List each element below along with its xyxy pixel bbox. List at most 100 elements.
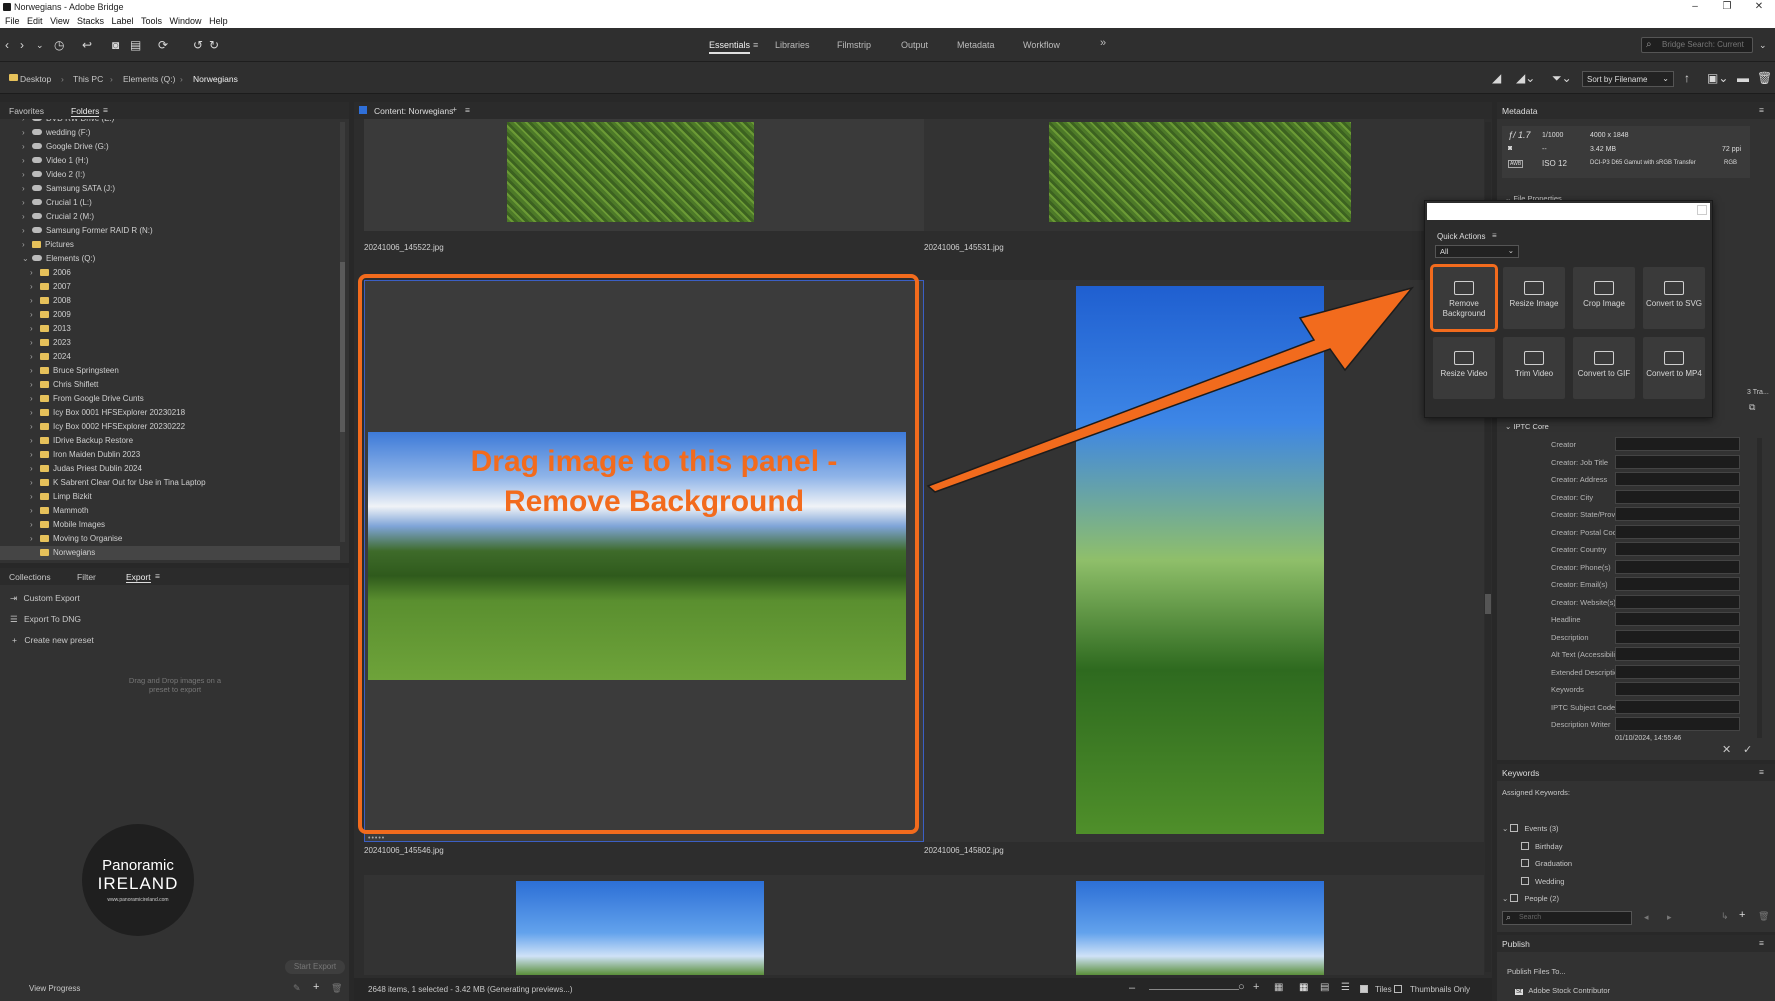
folder-item[interactable]: Norwegians	[0, 546, 340, 560]
iptc-field-input[interactable]	[1615, 577, 1740, 591]
breadcrumb-desktop[interactable]: Desktop	[20, 74, 51, 84]
keyword-search-input[interactable]: ⌕ Search	[1502, 911, 1632, 925]
tab-essentials[interactable]: Essentials	[709, 40, 751, 54]
chevron-right-icon[interactable]: ›	[30, 462, 40, 476]
thumbnail-size-slider[interactable]	[1149, 989, 1239, 990]
close-icon[interactable]	[1697, 205, 1707, 215]
edit-icon[interactable]: ✎	[293, 983, 301, 994]
metadata-scrollbar[interactable]	[1757, 438, 1762, 738]
chevron-right-icon[interactable]: ›	[30, 434, 40, 448]
iptc-field-input[interactable]	[1615, 472, 1740, 486]
chevron-right-icon[interactable]: ›	[22, 140, 32, 154]
iptc-field-input[interactable]	[1615, 559, 1740, 574]
new-folder-icon[interactable]: ▬	[1737, 71, 1749, 85]
workspace-menu-icon[interactable]: ≡	[753, 40, 758, 50]
chevron-right-icon[interactable]: ›	[30, 532, 40, 546]
folder-item[interactable]: › Icy Box 0001 HFSExplorer 20230218	[0, 406, 340, 420]
chevron-right-icon[interactable]: ›	[30, 476, 40, 490]
folder-item[interactable]: › 2024	[0, 350, 340, 364]
chevron-down-icon[interactable]: ⌄	[1502, 824, 1510, 833]
folder-item[interactable]: › Google Drive (G:)	[0, 140, 340, 154]
menu-file[interactable]: File	[5, 14, 20, 28]
folder-item[interactable]: › From Google Drive Cunts	[0, 392, 340, 406]
menu-tools[interactable]: Tools	[141, 14, 162, 28]
tab-favorites[interactable]: Favorites	[9, 106, 44, 116]
details-view-icon[interactable]: ▤	[1320, 982, 1329, 993]
chevron-right-icon[interactable]: ›	[30, 420, 40, 434]
tab-workflow[interactable]: Workflow	[1023, 40, 1060, 50]
sort-select[interactable]: Sort by Filename ⌄	[1582, 71, 1674, 87]
tab-folders[interactable]: Folders	[71, 106, 100, 117]
quick-action-tile[interactable]: Convert to SVG	[1643, 267, 1705, 329]
tab-filmstrip[interactable]: Filmstrip	[837, 40, 871, 50]
tab-metadata[interactable]: Metadata	[957, 40, 995, 50]
zoom-out-icon[interactable]: –	[1129, 982, 1135, 994]
menu-stacks[interactable]: Stacks	[77, 14, 104, 28]
folder-item[interactable]: › Judas Priest Dublin 2024	[0, 462, 340, 476]
iptc-field-input[interactable]	[1615, 437, 1740, 451]
thumbnail-cell[interactable]	[364, 875, 924, 975]
quick-action-tile[interactable]: Convert to GIF	[1573, 337, 1635, 399]
folder-item[interactable]: › 2023	[0, 336, 340, 350]
iptc-field-input[interactable]	[1615, 717, 1740, 731]
delete-keyword-icon[interactable]: 🗑	[1758, 911, 1769, 922]
folder-item[interactable]: › Samsung SATA (J:)	[0, 182, 340, 196]
chevron-right-icon[interactable]: ›	[30, 308, 40, 322]
quick-action-tile[interactable]: Trim Video	[1503, 337, 1565, 399]
menu-view[interactable]: View	[50, 14, 69, 28]
folder-item[interactable]: › Samsung Former RAID R (N:)	[0, 224, 340, 238]
panel-menu-icon[interactable]: ≡	[155, 571, 160, 581]
apply-icon[interactable]: ✓	[1743, 743, 1752, 756]
keyword-item[interactable]: ⌄ People (2)	[1502, 894, 1559, 903]
export-item-dng[interactable]: ☰ Export To DNG	[10, 614, 81, 625]
chevron-right-icon[interactable]: ›	[30, 364, 40, 378]
iptc-field-input[interactable]	[1615, 524, 1740, 539]
folder-item[interactable]: › Mobile Images	[0, 518, 340, 532]
keyword-item[interactable]: Graduation	[1521, 859, 1572, 868]
add-icon[interactable]: +	[313, 981, 319, 993]
iptc-field-input[interactable]	[1615, 647, 1740, 661]
chevron-down-icon[interactable]: ⌄	[22, 252, 32, 266]
chevron-right-icon[interactable]: ›	[22, 238, 32, 252]
iptc-field-input[interactable]	[1615, 664, 1740, 679]
quick-action-tile[interactable]: Resize Video	[1433, 337, 1495, 399]
rating-stars[interactable]: •••••	[368, 835, 385, 842]
iptc-field-input[interactable]	[1615, 629, 1740, 644]
view-progress-link[interactable]: View Progress	[29, 984, 80, 993]
chevron-right-icon[interactable]: ›	[22, 126, 32, 140]
panel-menu-icon[interactable]: ≡	[1759, 105, 1764, 115]
tab-export[interactable]: Export	[126, 572, 151, 583]
open-external-icon[interactable]: ⧉	[1749, 402, 1755, 413]
chevron-right-icon[interactable]: ›	[30, 294, 40, 308]
quick-action-tile[interactable]: Crop Image	[1573, 267, 1635, 329]
delete-icon[interactable]: 🗑	[1757, 71, 1772, 85]
open-in-camera-raw-icon[interactable]: ⟳	[158, 38, 168, 52]
quick-actions-titlebar[interactable]	[1427, 203, 1710, 220]
new-keyword-icon[interactable]: +	[1739, 909, 1745, 921]
iptc-field-input[interactable]	[1615, 699, 1740, 714]
iptc-field-input[interactable]	[1615, 454, 1740, 469]
folder-item[interactable]: › Bruce Springsteen	[0, 364, 340, 378]
thumbs-only-checkbox[interactable]	[1394, 984, 1408, 994]
keyword-item[interactable]: Birthday	[1521, 841, 1563, 851]
chevron-right-icon[interactable]: ›	[22, 154, 32, 168]
iptc-core-section[interactable]: ⌄ IPTC Core	[1505, 422, 1549, 431]
chevron-down-icon[interactable]: ⌄	[1502, 894, 1510, 903]
back-icon[interactable]: ‹	[5, 38, 9, 52]
chevron-down-icon[interactable]: ⌄	[36, 38, 44, 52]
tab-libraries[interactable]: Libraries	[775, 40, 810, 50]
chevron-right-icon[interactable]: ›	[30, 350, 40, 364]
folder-item[interactable]: › 2008	[0, 294, 340, 308]
keyword-item[interactable]: Wedding	[1521, 876, 1564, 886]
rotate-right-icon[interactable]: ↻	[209, 38, 219, 52]
folder-item[interactable]: ⌄ Elements (Q:)	[0, 252, 340, 266]
thumbnails-view-icon[interactable]: ▦	[1299, 982, 1308, 993]
chevron-right-icon[interactable]: ›	[22, 210, 32, 224]
filter-icon[interactable]: ⏷⌄	[1552, 71, 1572, 85]
keyword-checkbox[interactable]	[1521, 841, 1529, 850]
folder-item[interactable]: › Iron Maiden Dublin 2023	[0, 448, 340, 462]
add-tab-icon[interactable]: +	[452, 104, 457, 114]
refine-icon[interactable]: ▤	[130, 38, 141, 52]
close-window-button[interactable]: ✕	[1744, 0, 1774, 14]
panel-menu-icon[interactable]: ≡	[103, 105, 108, 115]
